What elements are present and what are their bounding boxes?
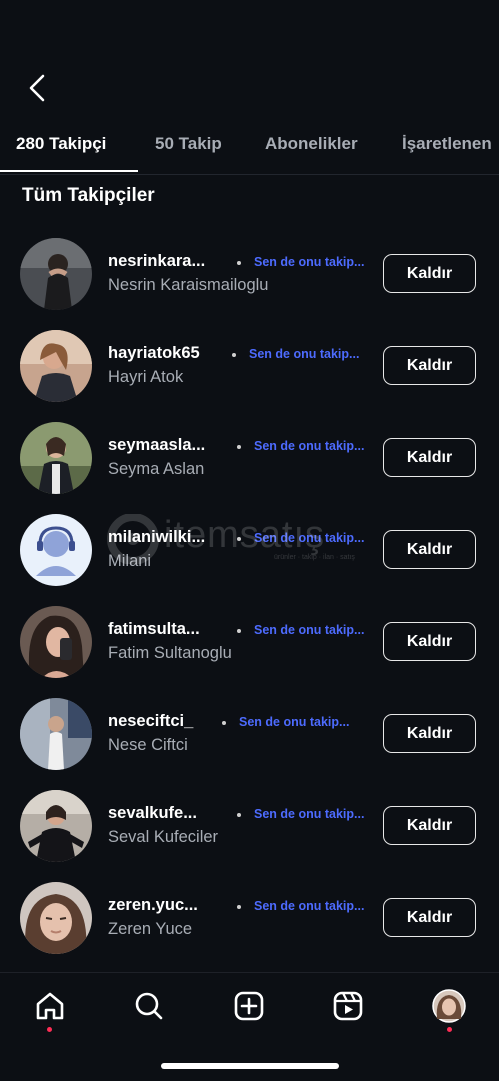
follow-back-link[interactable]: Sen de onu takip...: [254, 531, 364, 545]
username[interactable]: nesrinkara...: [108, 252, 205, 271]
remove-button[interactable]: Kaldır: [383, 714, 476, 753]
list-item: seymaasla... Sen de onu takip... Seyma A…: [0, 412, 499, 504]
nav-reels[interactable]: [331, 989, 365, 1023]
username[interactable]: fatimsulta...: [108, 620, 200, 639]
nav-home[interactable]: [33, 989, 67, 1023]
follow-back-link[interactable]: Sen de onu takip...: [254, 439, 364, 453]
remove-button[interactable]: Kaldır: [383, 622, 476, 661]
nav-search[interactable]: [132, 989, 166, 1023]
remove-button[interactable]: Kaldır: [383, 806, 476, 845]
avatar[interactable]: [20, 422, 92, 494]
avatar[interactable]: [20, 330, 92, 402]
username[interactable]: zeren.yuc...: [108, 896, 198, 915]
notification-dot: [47, 1027, 52, 1032]
follow-back-link[interactable]: Sen de onu takip...: [249, 347, 359, 361]
reels-icon: [333, 991, 363, 1021]
full-name: Nese Ciftci: [108, 736, 188, 754]
list-item: fatimsulta... Sen de onu takip... Fatim …: [0, 596, 499, 688]
full-name: Fatim Sultanoglu: [108, 644, 232, 662]
username[interactable]: hayriatok65: [108, 344, 200, 363]
list-item: milaniwilki... Sen de onu takip... Milan…: [0, 504, 499, 596]
remove-button[interactable]: Kaldır: [383, 530, 476, 569]
separator-dot: [237, 905, 241, 909]
chevron-left-icon: [29, 74, 45, 102]
avatar[interactable]: [20, 514, 92, 586]
list-item: zeren.yuc... Sen de onu takip... Zeren Y…: [0, 872, 499, 964]
tab-followers[interactable]: 280 Takipçi: [16, 134, 106, 154]
tab-tagged[interactable]: İşaretlenen: [402, 134, 492, 154]
avatar[interactable]: [20, 790, 92, 862]
remove-button[interactable]: Kaldır: [383, 254, 476, 293]
back-button[interactable]: [24, 72, 54, 104]
list-item: nesrinkara... Sen de onu takip... Nesrin…: [0, 228, 499, 320]
username[interactable]: milaniwilki...: [108, 528, 205, 547]
list-item: sevalkufe... Sen de onu takip... Seval K…: [0, 780, 499, 872]
follow-back-link[interactable]: Sen de onu takip...: [254, 899, 364, 913]
separator-dot: [237, 629, 241, 633]
separator-dot: [237, 813, 241, 817]
active-tab-indicator: [0, 170, 138, 172]
username[interactable]: neseciftci_: [108, 712, 193, 731]
follow-back-link[interactable]: Sen de onu takip...: [239, 715, 349, 729]
create-icon: [234, 991, 264, 1021]
tab-following[interactable]: 50 Takip: [155, 134, 222, 154]
username[interactable]: seymaasla...: [108, 436, 205, 455]
list-item: hayriatok65 Sen de onu takip... Hayri At…: [0, 320, 499, 412]
remove-button[interactable]: Kaldır: [383, 898, 476, 937]
section-title: Tüm Takipçiler: [22, 185, 155, 206]
avatar[interactable]: [20, 698, 92, 770]
separator-dot: [237, 537, 241, 541]
avatar[interactable]: [20, 882, 92, 954]
full-name: Seval Kufeciler: [108, 828, 219, 846]
full-name: Seyma Aslan: [108, 460, 205, 478]
search-icon: [135, 992, 163, 1020]
nav-profile[interactable]: [432, 989, 466, 1023]
full-name: Hayri Atok: [108, 368, 184, 386]
separator-dot: [232, 353, 236, 357]
nav-create[interactable]: [232, 989, 266, 1023]
separator-dot: [222, 721, 226, 725]
follow-back-link[interactable]: Sen de onu takip...: [254, 623, 364, 637]
follow-tabs: 280 Takipçi 50 Takip Abonelikler İşaretl…: [0, 128, 499, 175]
list-item: neseciftci_ Sen de onu takip... Nese Cif…: [0, 688, 499, 780]
separator-dot: [237, 445, 241, 449]
profile-avatar: [432, 989, 466, 1023]
follow-back-link[interactable]: Sen de onu takip...: [254, 255, 364, 269]
avatar[interactable]: [20, 238, 92, 310]
follower-list: nesrinkara... Sen de onu takip... Nesrin…: [0, 228, 499, 964]
notification-dot: [447, 1027, 452, 1032]
remove-button[interactable]: Kaldır: [383, 346, 476, 385]
full-name: Zeren Yuce: [108, 920, 193, 938]
username[interactable]: sevalkufe...: [108, 804, 197, 823]
follow-back-link[interactable]: Sen de onu takip...: [254, 807, 364, 821]
home-icon: [36, 992, 64, 1020]
full-name: Milani: [108, 552, 152, 570]
separator-dot: [237, 261, 241, 265]
tab-subscriptions[interactable]: Abonelikler: [265, 134, 358, 154]
full-name: Nesrin Karaismailoglu: [108, 276, 269, 294]
avatar[interactable]: [20, 606, 92, 678]
remove-button[interactable]: Kaldır: [383, 438, 476, 477]
home-indicator: [161, 1063, 339, 1069]
